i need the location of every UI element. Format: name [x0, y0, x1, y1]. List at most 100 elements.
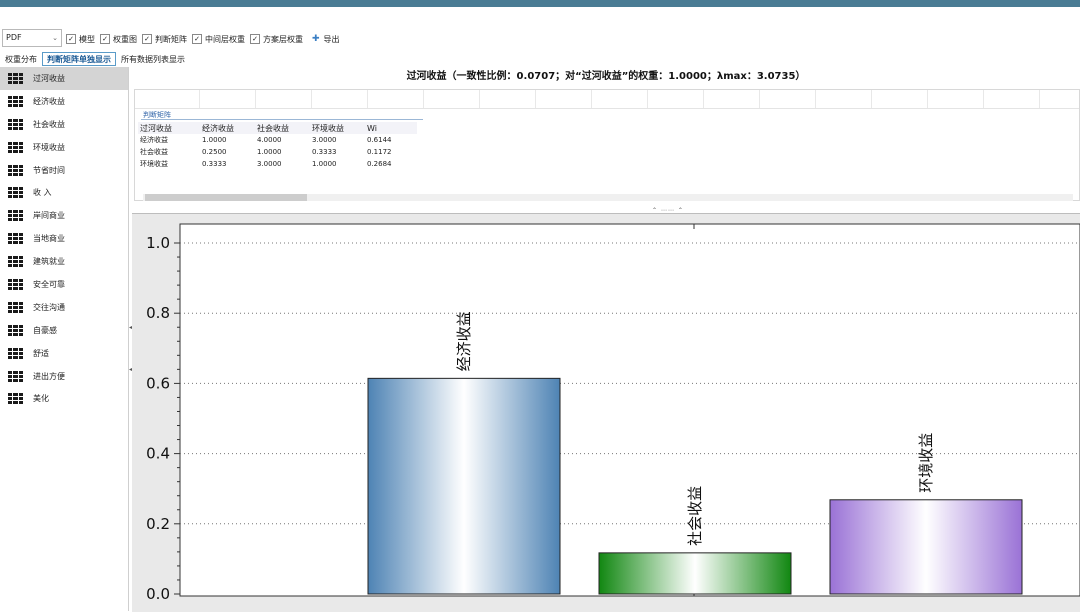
sidebar-item[interactable]: 安全可靠 — [0, 273, 128, 296]
table-cell: 3.0000 — [257, 160, 282, 168]
sidebar-item-label: 经济收益 — [33, 96, 65, 106]
grid-icon — [8, 187, 23, 199]
table-cell: 0.2684 — [367, 160, 392, 168]
view-tabs: 权重分布 判断矩阵单独显示 所有数据列表显示 — [0, 52, 190, 66]
format-select-value: PDF — [6, 33, 22, 42]
sidebar-item[interactable]: 美化 — [0, 387, 128, 410]
table-row[interactable]: 社会收益 0.2500 1.0000 0.3333 0.1172 — [138, 146, 417, 158]
check-icon: ✓ — [100, 34, 110, 44]
grid-icon — [8, 278, 23, 290]
table-cell: 经济收益 — [140, 136, 168, 144]
column-header: 经济收益 — [200, 122, 255, 134]
table-cell: 0.1172 — [367, 148, 392, 156]
horizontal-scrollbar[interactable] — [143, 194, 1073, 201]
grid-icon — [8, 347, 23, 359]
y-tick-label: 0.6 — [146, 374, 170, 392]
table-cell: 0.6144 — [367, 136, 392, 144]
checkbox-label: 权重图 — [113, 34, 137, 44]
grid-icon — [8, 324, 23, 336]
tab-weight-distribution[interactable]: 权重分布 — [0, 52, 42, 66]
grid-icon — [8, 233, 23, 245]
bar[interactable] — [367, 377, 561, 595]
checkbox-scheme-weight[interactable]: ✓ 方案层权重 — [250, 34, 303, 45]
format-select[interactable]: PDF ⌄ — [2, 29, 62, 47]
bar-label: 社会收益 — [686, 486, 704, 546]
export-label: 导出 — [323, 34, 340, 44]
window-title-bar — [0, 0, 1080, 7]
y-tick-label: 0.4 — [146, 445, 170, 463]
sidebar-item[interactable]: 经济收益 — [0, 90, 128, 113]
sidebar-item[interactable]: 过河收益 — [0, 67, 128, 90]
sidebar-item-label: 美化 — [33, 394, 49, 404]
table-row[interactable]: 经济收益 1.0000 4.0000 3.0000 0.6144 — [138, 134, 417, 146]
sidebar-item-label: 进出方便 — [33, 371, 65, 381]
grid-icon — [8, 210, 23, 222]
sidebar-item[interactable]: 环境收益 — [0, 136, 128, 159]
grid-icon — [8, 141, 23, 153]
sidebar: 过河收益经济收益社会收益环境收益节省时间收 入岸间商业当地商业建筑就业安全可靠交… — [0, 67, 129, 611]
matrix-panel: 判断矩阵 过河收益 经济收益 社会收益 环境收益 Wi 经济收益 1.0000 … — [134, 89, 1080, 201]
chevron-down-icon: ⌄ — [52, 34, 58, 42]
y-tick-label: 0.2 — [146, 515, 170, 533]
checkbox-label: 方案层权重 — [263, 34, 303, 44]
bar-label: 环境收益 — [917, 433, 935, 493]
checkbox-label: 模型 — [79, 34, 95, 44]
table-cell: 环境收益 — [140, 160, 168, 168]
table-cell: 1.0000 — [202, 136, 227, 144]
sidebar-item-label: 节省时间 — [33, 165, 65, 175]
column-header: 环境收益 — [310, 122, 365, 134]
sidebar-item[interactable]: 节省时间 — [0, 159, 128, 182]
sidebar-item-label: 舒适 — [33, 348, 49, 358]
y-tick-label: 1.0 — [146, 234, 170, 252]
table-row[interactable]: 环境收益 0.3333 3.0000 1.0000 0.2684 — [138, 158, 417, 170]
grid-header — [135, 90, 1079, 109]
sidebar-item-label: 安全可靠 — [33, 279, 65, 289]
column-header: 社会收益 — [255, 122, 310, 134]
grid-icon — [8, 118, 23, 130]
sidebar-item[interactable]: 进出方便 — [0, 365, 128, 388]
sidebar-item-label: 社会收益 — [33, 119, 65, 129]
judgment-matrix-table: 过河收益 经济收益 社会收益 环境收益 Wi 经济收益 1.0000 4.000… — [138, 122, 417, 170]
table-cell: 0.3333 — [312, 148, 337, 156]
grid-icon — [8, 72, 23, 84]
table-cell: 1.0000 — [312, 160, 337, 168]
sidebar-item-label: 当地商业 — [33, 234, 65, 244]
tab-matrix-separate[interactable]: 判断矩阵单独显示 — [42, 52, 116, 66]
check-icon: ✓ — [66, 34, 76, 44]
sidebar-item[interactable]: 自豪感 — [0, 319, 128, 342]
sidebar-item[interactable]: 社会收益 — [0, 113, 128, 136]
table-cell: 0.2500 — [202, 148, 227, 156]
bar-label: 经济收益 — [455, 311, 473, 371]
sidebar-item[interactable]: 舒适 — [0, 342, 128, 365]
tab-all-data-list[interactable]: 所有数据列表显示 — [116, 52, 190, 66]
toolbar: PDF ⌄ ✓ 模型 ✓ 权重图 ✓ 判断矩阵 ✓ 中间层权重 ✓ 方案层权重 … — [0, 28, 1080, 50]
sidebar-item[interactable]: 当地商业 — [0, 227, 128, 250]
grid-icon — [8, 95, 23, 107]
sidebar-item[interactable]: 交往沟通 — [0, 296, 128, 319]
sidebar-item[interactable]: 岸间商业 — [0, 204, 128, 227]
column-header: Wi — [365, 122, 417, 134]
sidebar-item[interactable]: 收 入 — [0, 181, 128, 204]
grid-icon — [8, 164, 23, 176]
checkbox-model[interactable]: ✓ 模型 — [66, 34, 95, 45]
checkbox-judgment-matrix[interactable]: ✓ 判断矩阵 — [142, 34, 187, 45]
sidebar-item-label: 收 入 — [33, 188, 52, 198]
table-cell: 0.3333 — [202, 160, 227, 168]
sidebar-item-label: 建筑就业 — [33, 257, 65, 267]
sidebar-item[interactable]: 建筑就业 — [0, 250, 128, 273]
sidebar-item-label: 岸间商业 — [33, 211, 65, 221]
bar[interactable] — [829, 499, 1023, 595]
chart-panel: 0.0 0.2 0.4 0.6 0.8 1.0 经济收益 社会收益 环境收益 — [132, 213, 1080, 612]
export-icon: ✚ — [312, 34, 320, 44]
bar[interactable] — [598, 552, 792, 595]
sidebar-item-label: 自豪感 — [33, 325, 57, 335]
sidebar-item-label: 交往沟通 — [33, 302, 65, 312]
table-cell: 4.0000 — [257, 136, 282, 144]
weight-bar-chart: 0.0 0.2 0.4 0.6 0.8 1.0 经济收益社会收益 环境收益 — [146, 223, 1080, 603]
checkbox-middle-weight[interactable]: ✓ 中间层权重 — [192, 34, 245, 45]
export-button[interactable]: ✚ 导出 — [312, 34, 340, 45]
sidebar-item-label: 环境收益 — [33, 142, 65, 152]
table-cell: 社会收益 — [140, 148, 168, 156]
checkbox-weight-chart[interactable]: ✓ 权重图 — [100, 34, 137, 45]
scrollbar-thumb[interactable] — [145, 194, 307, 201]
